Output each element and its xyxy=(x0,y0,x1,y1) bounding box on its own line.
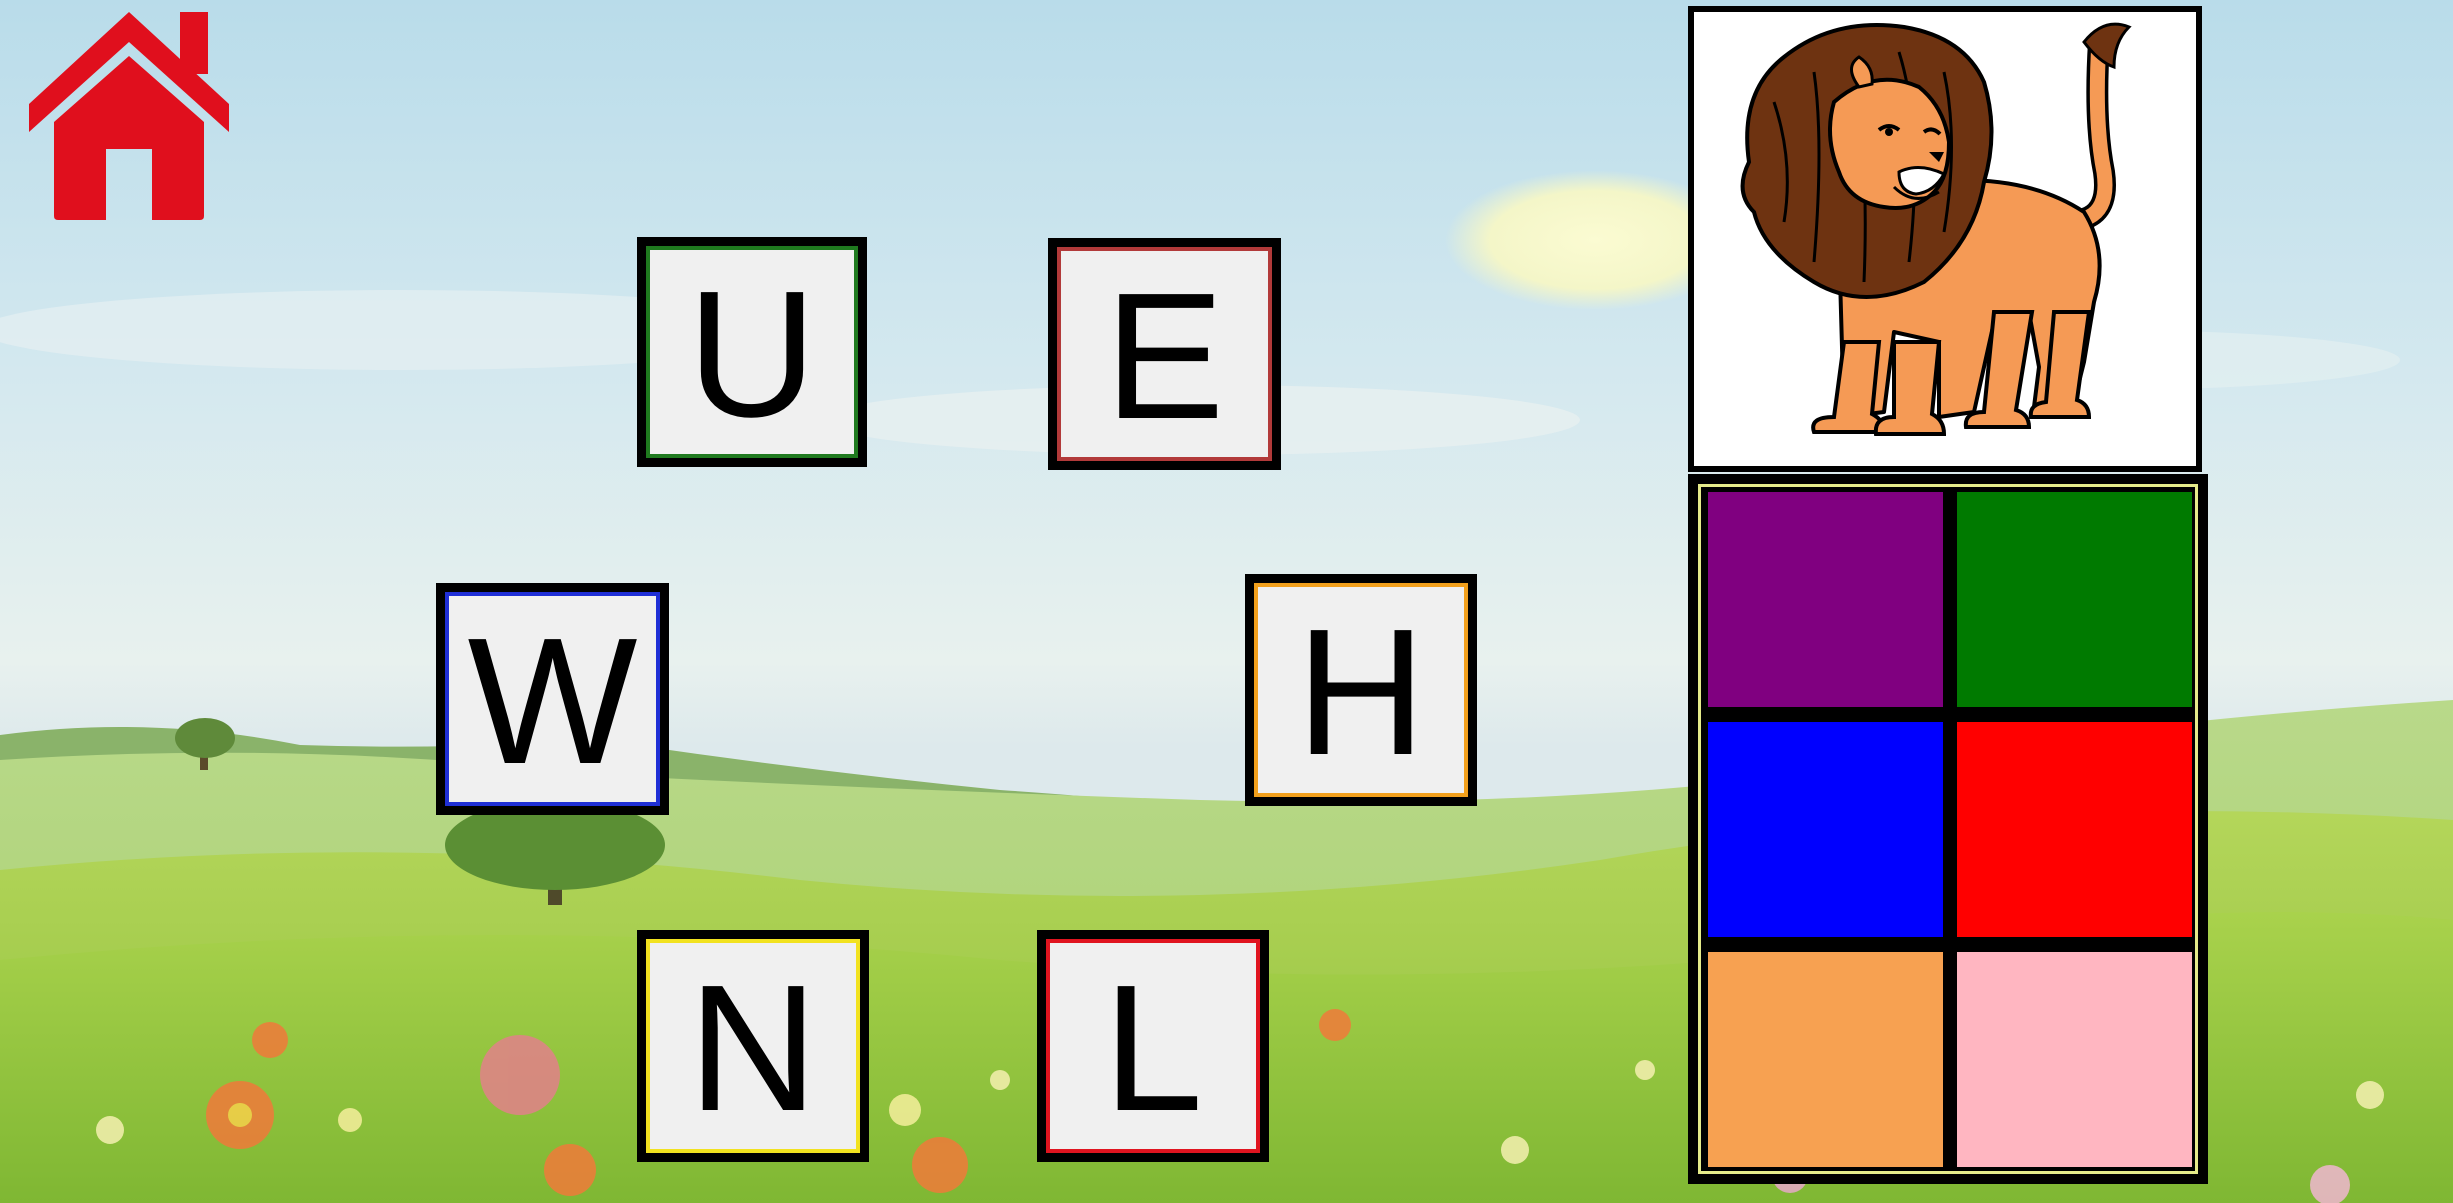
swatch-orange[interactable] xyxy=(1708,952,1943,1167)
letter-tile-border: N xyxy=(646,939,860,1153)
home-icon xyxy=(29,12,229,220)
letter-tile-h[interactable]: H xyxy=(1245,574,1477,806)
home-button[interactable] xyxy=(14,4,244,224)
game-scene: U E W H N L xyxy=(0,0,2453,1203)
letter-n: N xyxy=(688,948,818,1149)
letter-tile-w[interactable]: W xyxy=(436,583,669,815)
color-palette xyxy=(1688,474,2208,1184)
swatch-purple[interactable] xyxy=(1708,492,1943,707)
letter-tile-e[interactable]: E xyxy=(1048,238,1281,470)
letter-tile-n[interactable]: N xyxy=(637,930,869,1162)
lion-illustration xyxy=(1740,22,2132,436)
letter-tile-u[interactable]: U xyxy=(637,237,867,467)
letter-tile-l[interactable]: L xyxy=(1037,930,1269,1162)
picture-frame xyxy=(1688,6,2202,472)
letter-h: H xyxy=(1296,592,1426,793)
letter-w: W xyxy=(467,601,638,802)
swatch-green[interactable] xyxy=(1957,492,2192,707)
letter-tile-border: L xyxy=(1046,939,1260,1153)
letter-l: L xyxy=(1102,948,1204,1149)
swatch-pink[interactable] xyxy=(1957,952,2192,1167)
swatch-blue[interactable] xyxy=(1708,722,1943,937)
letter-u: U xyxy=(687,254,817,455)
letter-tile-border: W xyxy=(445,592,660,806)
letter-tile-border: E xyxy=(1057,247,1272,461)
letter-tile-border: H xyxy=(1254,583,1468,797)
letter-e: E xyxy=(1104,256,1225,457)
letter-tile-border: U xyxy=(646,246,858,458)
swatch-red[interactable] xyxy=(1957,722,2192,937)
